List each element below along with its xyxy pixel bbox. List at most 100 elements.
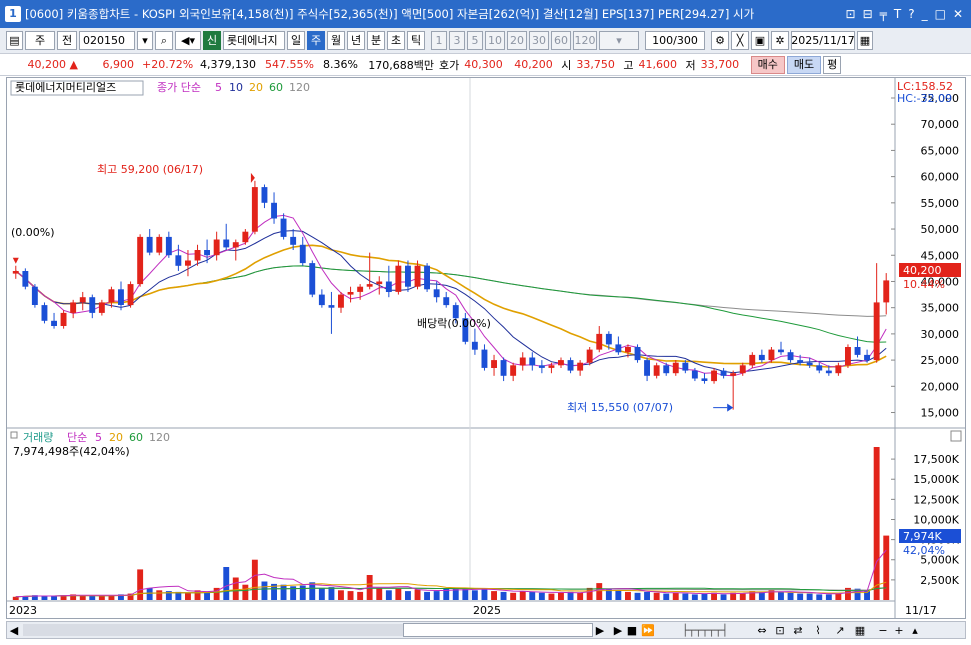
interval-60-button[interactable]: 60 — [551, 31, 571, 50]
table-icon[interactable]: ▦ — [851, 624, 869, 637]
settings-toggle-icon[interactable]: ▤ — [6, 31, 23, 50]
sound-icon[interactable]: ◀▾ — [175, 31, 201, 50]
candle-body — [60, 312, 67, 326]
search-icon[interactable]: ⌕ — [155, 31, 173, 50]
font-icon[interactable]: T — [894, 7, 901, 21]
new-listing-badge[interactable]: 신 — [203, 31, 221, 50]
candle-body — [309, 263, 316, 295]
candle-body — [711, 370, 717, 382]
legend-ma120: 120 — [289, 81, 310, 94]
interval-5-button[interactable]: 5 — [467, 31, 483, 50]
pattern-icon[interactable]: ⌇ — [807, 624, 829, 637]
volume-legend-ma20: 20 — [109, 431, 123, 444]
volume-panel-label: 거래량 — [23, 431, 53, 444]
candle-body — [22, 271, 29, 287]
stock-name-field[interactable]: 롯데에너지 — [223, 31, 285, 50]
period-year-button[interactable]: 년 — [347, 31, 365, 50]
candle-body — [471, 341, 478, 350]
trade-amount: 170,688백만 — [368, 58, 434, 72]
code-search-icon[interactable]: ▾ — [137, 31, 153, 50]
volume-bar — [481, 589, 488, 600]
period-month-button[interactable]: 월 — [327, 31, 345, 50]
candle-body — [605, 333, 612, 345]
period-week-button[interactable]: 주 — [307, 31, 325, 50]
gear-icon[interactable]: ✲ — [771, 31, 789, 50]
scroll-right-icon[interactable]: ▶ — [593, 624, 607, 637]
pin-icon[interactable]: ╤ — [880, 7, 887, 21]
zoom-in-icon[interactable]: + — [891, 624, 907, 637]
layout-icon[interactable]: ⊟ — [863, 7, 873, 21]
buy-button[interactable]: 매수 — [750, 55, 785, 74]
volume-bar — [682, 593, 689, 600]
volume-bar — [558, 592, 564, 600]
zoom-slider-icon[interactable]: ├┬┬┬┬┬┤ — [657, 624, 753, 637]
link-icon[interactable]: ⊡ — [846, 7, 856, 21]
compare-icon[interactable]: ⇄ — [789, 624, 807, 637]
period-minute-button[interactable]: 분 — [367, 31, 385, 50]
interval-1-button[interactable]: 1 — [431, 31, 447, 50]
chart-canvas[interactable]: 15,00020,00025,00030,00035,00040,00045,0… — [7, 78, 965, 618]
bar-count-input[interactable]: 100/300 — [645, 31, 705, 50]
sell-button[interactable]: 매도 — [786, 55, 822, 74]
interval-custom-select[interactable]: ▾ — [599, 31, 639, 50]
zoom-out-icon[interactable]: − — [875, 624, 891, 637]
zoom-reset-icon[interactable]: ⇔ — [753, 624, 771, 637]
help-icon[interactable]: ? — [908, 7, 914, 21]
volume-bar — [318, 587, 325, 600]
chart-scrollbar[interactable]: ◀ ▶ ▶ ■ ⏩ ├┬┬┬┬┬┤ ⇔ ⊡ ⇄ ⌇ ↗ ▦ − + ▴ — [6, 621, 966, 639]
period-tick-button[interactable]: 틱 — [407, 31, 425, 50]
stock-code-input[interactable]: 020150 — [79, 31, 135, 50]
zoom-fit-icon[interactable]: ⊡ — [771, 624, 789, 637]
period-second-button[interactable]: 초 — [387, 31, 405, 50]
candle-body — [835, 365, 842, 374]
candle-body — [424, 265, 430, 290]
crosshair-icon[interactable]: ╳ — [731, 31, 749, 50]
date-input[interactable]: 2025/11/17 — [791, 31, 855, 50]
minimize-icon[interactable]: _ — [922, 7, 928, 21]
volume-bar — [577, 592, 584, 600]
indicator-icon[interactable]: ⚙ — [711, 31, 729, 50]
candle-body — [299, 244, 306, 264]
volume-bar — [251, 559, 258, 600]
candle-body — [491, 360, 497, 368]
candle-body — [864, 354, 870, 361]
candle-body — [586, 349, 593, 363]
period-type-select[interactable]: 주 — [25, 31, 55, 50]
candle-body — [194, 250, 201, 261]
volume-bar — [529, 591, 536, 600]
volume-bar — [471, 590, 478, 600]
interval-20-button[interactable]: 20 — [507, 31, 527, 50]
scroll-left-icon[interactable]: ◀ — [7, 624, 21, 637]
all-button[interactable]: 전 — [57, 31, 77, 50]
volume-bar — [137, 569, 144, 600]
interval-30-button[interactable]: 30 — [529, 31, 549, 50]
candle-body — [376, 281, 383, 285]
volume-bar — [89, 596, 96, 600]
maximize-icon[interactable]: □ — [935, 7, 946, 21]
volume-bar — [634, 592, 641, 600]
close-icon[interactable]: ✕ — [953, 7, 963, 21]
volume-tick-label: 2,500K — [920, 574, 959, 587]
save-icon[interactable]: ▣ — [751, 31, 769, 50]
candle-body — [644, 360, 650, 376]
trend-icon[interactable]: ↗ — [829, 624, 851, 637]
calendar-icon[interactable]: ▦ — [857, 31, 873, 50]
average-button[interactable]: 평 — [823, 55, 842, 74]
volume-bar — [806, 593, 813, 600]
volume-bar — [816, 594, 823, 600]
interval-120-button[interactable]: 120 — [573, 31, 597, 50]
volume-bar — [787, 592, 794, 600]
interval-3-button[interactable]: 3 — [449, 31, 465, 50]
period-day-button[interactable]: 일 — [287, 31, 305, 50]
scroll-track[interactable] — [23, 624, 403, 636]
stop-icon[interactable]: ■ — [625, 624, 639, 637]
candle-body — [338, 294, 344, 308]
collapse-icon[interactable]: ▴ — [907, 624, 923, 637]
play-icon[interactable]: ▶ — [611, 624, 625, 637]
candle-body — [768, 349, 775, 361]
fast-forward-icon[interactable]: ⏩ — [639, 624, 657, 637]
chart-area[interactable]: 15,000 20,000 25,000 30,000 35,000 40,000 45,0… — [6, 77, 966, 619]
interval-10-button[interactable]: 10 — [485, 31, 505, 50]
bar-count-value: 100 — [652, 34, 674, 47]
scroll-thumb[interactable] — [403, 623, 593, 637]
